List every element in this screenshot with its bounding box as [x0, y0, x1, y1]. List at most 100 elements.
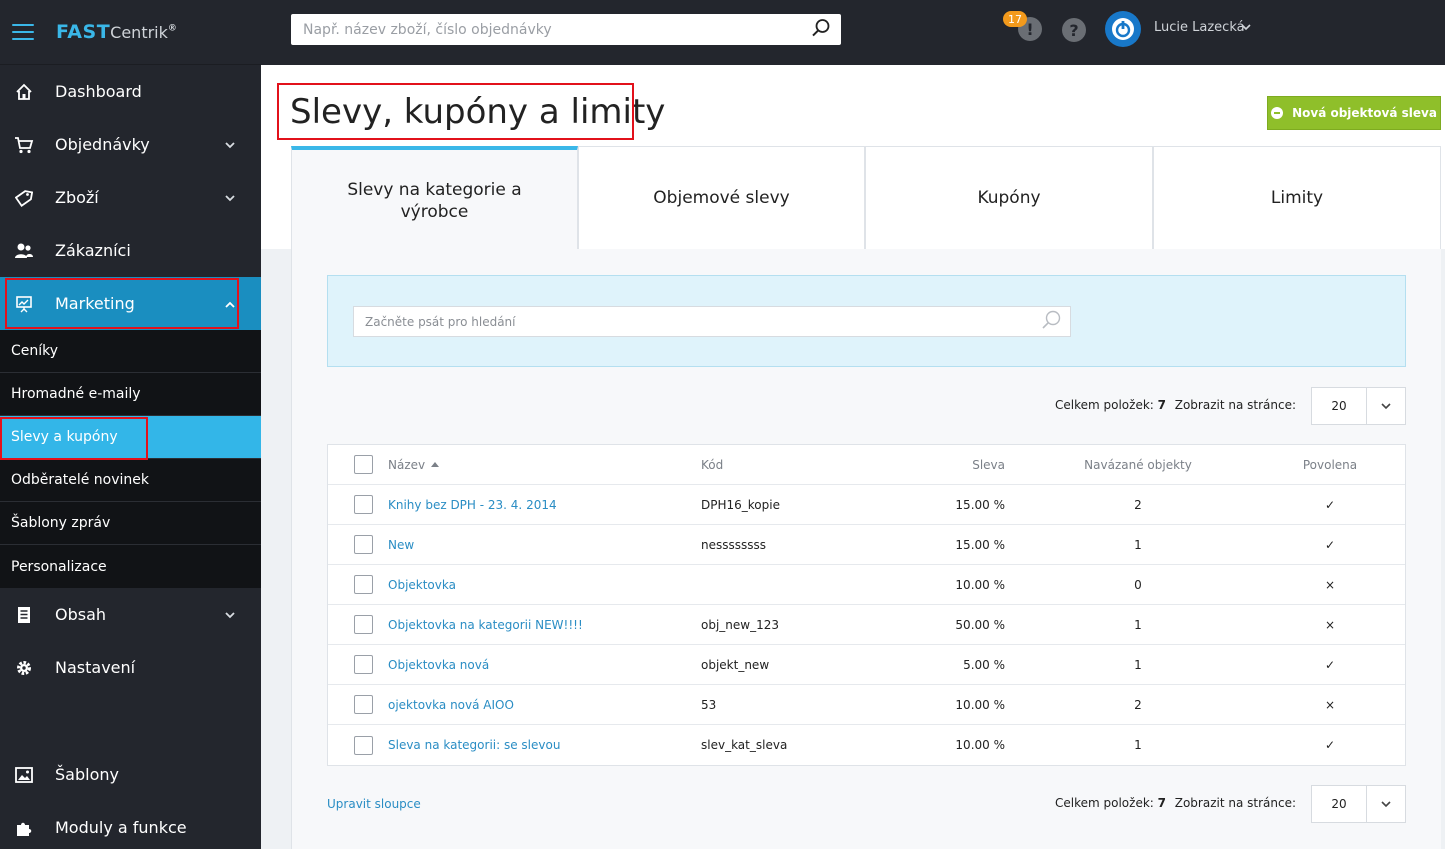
chevron-down-icon[interactable]	[1367, 786, 1405, 822]
search-icon[interactable]	[1040, 309, 1062, 335]
user-name[interactable]: Lucie Lazecká	[1154, 20, 1245, 35]
row-code: nessssssss	[701, 537, 767, 552]
table-row: Sleva na kategorii: se slevou slev_kat_s…	[328, 725, 1405, 765]
filter-panel	[327, 275, 1406, 367]
row-discount: 10.00 %	[955, 577, 1005, 592]
per-page-select[interactable]: 20	[1311, 785, 1406, 823]
filter-search-input[interactable]	[365, 314, 1040, 329]
sidebar: FASTCentrik® Dashboard Objednávky Zboží …	[0, 0, 261, 849]
row-enabled: ✓	[1324, 497, 1336, 512]
pager-top: Celkem položek: 7 Zobrazit na stránce: 2…	[327, 387, 1406, 425]
sidebar-item-label: Nastavení	[55, 658, 136, 677]
notifications-badge[interactable]: 17	[1003, 11, 1027, 27]
table-header-row: Název Kód Sleva Navázané objekty Povolen…	[328, 445, 1405, 485]
row-discount: 10.00 %	[955, 697, 1005, 712]
chevron-down-icon[interactable]	[1367, 388, 1405, 424]
column-header-linked-objects[interactable]: Navázané objekty	[1063, 458, 1213, 472]
power-icon	[1112, 18, 1134, 40]
submenu-item-bulk-emails[interactable]: Hromadné e-maily	[0, 373, 261, 416]
sidebar-item-dashboard[interactable]: Dashboard	[0, 65, 261, 118]
row-enabled: ×	[1324, 697, 1336, 712]
plus-circle-icon	[1271, 107, 1284, 119]
chevron-down-icon[interactable]	[1241, 21, 1251, 34]
brand-logo[interactable]: FASTCentrik®	[56, 21, 177, 43]
row-linked-objects: 1	[1134, 537, 1142, 552]
row-checkbox[interactable]	[354, 575, 373, 594]
users-icon	[14, 241, 34, 261]
column-header-discount[interactable]: Sleva	[972, 458, 1005, 472]
row-discount: 5.00 %	[963, 657, 1005, 672]
sidebar-item-label: Marketing	[55, 294, 135, 313]
column-header-name[interactable]: Název	[388, 458, 440, 472]
row-name-link[interactable]: Sleva na kategorii: se slevou	[388, 738, 560, 752]
top-bar: ! 17 ? Lucie Lazecká	[261, 0, 1445, 65]
submenu-item-newsletter-subscribers[interactable]: Odběratelé novinek	[0, 459, 261, 502]
row-discount: 15.00 %	[955, 497, 1005, 512]
row-checkbox[interactable]	[354, 615, 373, 634]
sidebar-item-products[interactable]: Zboží	[0, 171, 261, 224]
column-header-enabled[interactable]: Povolena	[1280, 458, 1380, 472]
image-icon	[14, 765, 34, 785]
per-page-select[interactable]: 20	[1311, 387, 1406, 425]
row-name-link[interactable]: Objektovka	[388, 578, 456, 592]
chevron-down-icon	[225, 138, 235, 152]
row-discount: 10.00 %	[955, 738, 1005, 752]
tab-limits[interactable]: Limity	[1153, 146, 1441, 250]
submenu-item-message-templates[interactable]: Šablony zpráv	[0, 502, 261, 545]
avatar[interactable]	[1105, 11, 1141, 47]
row-code: objekt_new	[701, 657, 770, 672]
row-checkbox[interactable]	[354, 535, 373, 554]
global-search[interactable]	[291, 14, 841, 45]
row-name-link[interactable]: Knihy bez DPH - 23. 4. 2014	[388, 498, 557, 512]
row-enabled: ×	[1324, 577, 1336, 592]
tab-label: Slevy na kategorie a výrobce	[347, 179, 522, 222]
sidebar-item-marketing[interactable]: Marketing	[0, 277, 261, 330]
sidebar-item-modules[interactable]: Moduly a funkce	[0, 801, 261, 849]
sidebar-item-templates[interactable]: Šablony	[0, 748, 261, 801]
discounts-table: Název Kód Sleva Navázané objekty Povolen…	[327, 444, 1406, 766]
filter-search[interactable]	[353, 306, 1071, 337]
tab-category-manufacturer-discounts[interactable]: Slevy na kategorie a výrobce	[291, 146, 578, 251]
document-icon	[14, 605, 34, 625]
sidebar-item-content[interactable]: Obsah	[0, 588, 261, 641]
row-checkbox[interactable]	[354, 735, 373, 755]
pager-bottom: Celkem položek: 7 Zobrazit na stránce: 2…	[327, 785, 1406, 823]
sidebar-item-label: Šablony	[55, 765, 119, 784]
row-name-link[interactable]: ojektovka nová AIOO	[388, 698, 514, 712]
submenu-item-personalization[interactable]: Personalizace	[0, 545, 261, 588]
row-checkbox[interactable]	[354, 655, 373, 674]
row-checkbox[interactable]	[354, 495, 373, 514]
submenu-item-pricelists[interactable]: Ceníky	[0, 330, 261, 373]
tab-coupons[interactable]: Kupóny	[865, 146, 1153, 250]
sidebar-item-label: Objednávky	[55, 135, 150, 154]
new-object-discount-label: Nová objektová sleva	[1292, 106, 1437, 120]
chevron-up-icon	[225, 297, 235, 311]
sidebar-item-orders[interactable]: Objednávky	[0, 118, 261, 171]
page-title: Slevy, kupóny a limity	[290, 92, 666, 132]
hamburger-menu-icon[interactable]	[12, 24, 34, 40]
per-page-value: 20	[1312, 786, 1367, 822]
sidebar-item-customers[interactable]: Zákazníci	[0, 224, 261, 277]
row-code: obj_new_123	[701, 617, 779, 632]
tab-volume-discounts[interactable]: Objemové slevy	[578, 146, 865, 250]
row-name-link[interactable]: Objektovka nová	[388, 658, 489, 672]
help-icon[interactable]: ?	[1062, 18, 1086, 42]
new-object-discount-button[interactable]: Nová objektová sleva	[1267, 96, 1441, 130]
total-items: Celkem položek: 7	[1055, 398, 1166, 412]
search-icon[interactable]	[811, 18, 831, 42]
row-enabled: ✓	[1324, 738, 1336, 752]
row-discount: 15.00 %	[955, 537, 1005, 552]
global-search-input[interactable]	[303, 21, 811, 38]
chevron-down-icon	[225, 608, 235, 622]
row-name-link[interactable]: Objektovka na kategorii NEW!!!!	[388, 618, 583, 632]
submenu-item-discounts-coupons[interactable]: Slevy a kupóny	[0, 416, 261, 459]
tab-label: Objemové slevy	[653, 188, 790, 208]
select-all-checkbox[interactable]	[354, 455, 373, 474]
sidebar-item-settings[interactable]: Nastavení	[0, 641, 261, 694]
per-page-value: 20	[1312, 388, 1367, 424]
row-checkbox[interactable]	[354, 695, 373, 714]
column-header-code[interactable]: Kód	[701, 458, 723, 472]
row-name-link[interactable]: New	[388, 538, 414, 552]
tab-label: Limity	[1270, 188, 1324, 208]
row-code: slev_kat_sleva	[701, 738, 788, 752]
